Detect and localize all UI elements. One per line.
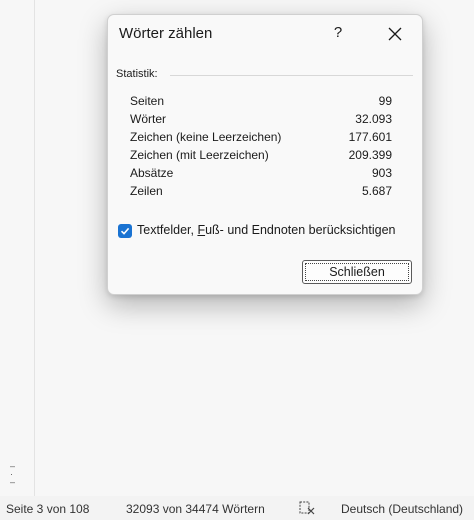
word-counter[interactable]: 32093 von 34474 Wörtern	[126, 502, 265, 516]
close-icon[interactable]	[388, 27, 402, 41]
close-button[interactable]: Schließen	[302, 260, 412, 284]
stat-label: Absätze	[130, 166, 174, 180]
include-footnotes-label[interactable]: Textfelder, Fuß- und Endnoten berücksich…	[137, 223, 396, 237]
stat-row-words: Wörter 32.093	[130, 110, 392, 128]
stat-value: 177.601	[348, 130, 392, 144]
help-button[interactable]: ?	[330, 24, 346, 41]
vertical-ruler-line	[34, 0, 35, 496]
stat-row-chars-no-spaces: Zeichen (keine Leerzeichen) 177.601	[130, 128, 392, 146]
language-indicator[interactable]: Deutsch (Deutschland)	[341, 502, 463, 516]
stat-row-pages: Seiten 99	[130, 92, 392, 110]
statistics-label: Statistik:	[116, 68, 158, 80]
section-divider	[170, 75, 413, 76]
ruler-marks: – · –	[10, 461, 16, 487]
stat-value: 99	[378, 94, 392, 108]
statistics-list: Seiten 99 Wörter 32.093 Zeichen (keine L…	[130, 92, 392, 200]
checkmark-icon	[120, 227, 130, 235]
stat-label: Wörter	[130, 112, 166, 126]
stat-label: Zeichen (keine Leerzeichen)	[130, 130, 282, 144]
stat-row-paragraphs: Absätze 903	[130, 164, 392, 182]
stat-row-chars-with-spaces: Zeichen (mit Leerzeichen) 209.399	[130, 146, 392, 164]
page-counter[interactable]: Seite 3 von 108	[6, 502, 89, 516]
stat-value: 5.687	[361, 184, 392, 198]
stat-label: Seiten	[130, 94, 165, 108]
word-count-dialog: Wörter zählen ? Statistik: Seiten 99 Wör…	[107, 14, 423, 295]
stat-value: 903	[371, 166, 392, 180]
label-part: Textfelder,	[137, 223, 198, 237]
include-footnotes-checkbox[interactable]	[118, 224, 132, 238]
proofing-icon[interactable]	[299, 501, 315, 515]
stat-value: 32.093	[355, 112, 392, 126]
status-bar: Seite 3 von 108 32093 von 34474 Wörtern …	[0, 496, 474, 520]
stat-value: 209.399	[348, 148, 392, 162]
label-part: uß- und Endnoten berücksichtigen	[205, 223, 396, 237]
access-key: F	[197, 223, 206, 237]
dialog-title: Wörter zählen	[119, 25, 213, 42]
stat-row-lines: Zeilen 5.687	[130, 182, 392, 200]
stat-label: Zeichen (mit Leerzeichen)	[130, 148, 269, 162]
stat-label: Zeilen	[130, 184, 163, 198]
